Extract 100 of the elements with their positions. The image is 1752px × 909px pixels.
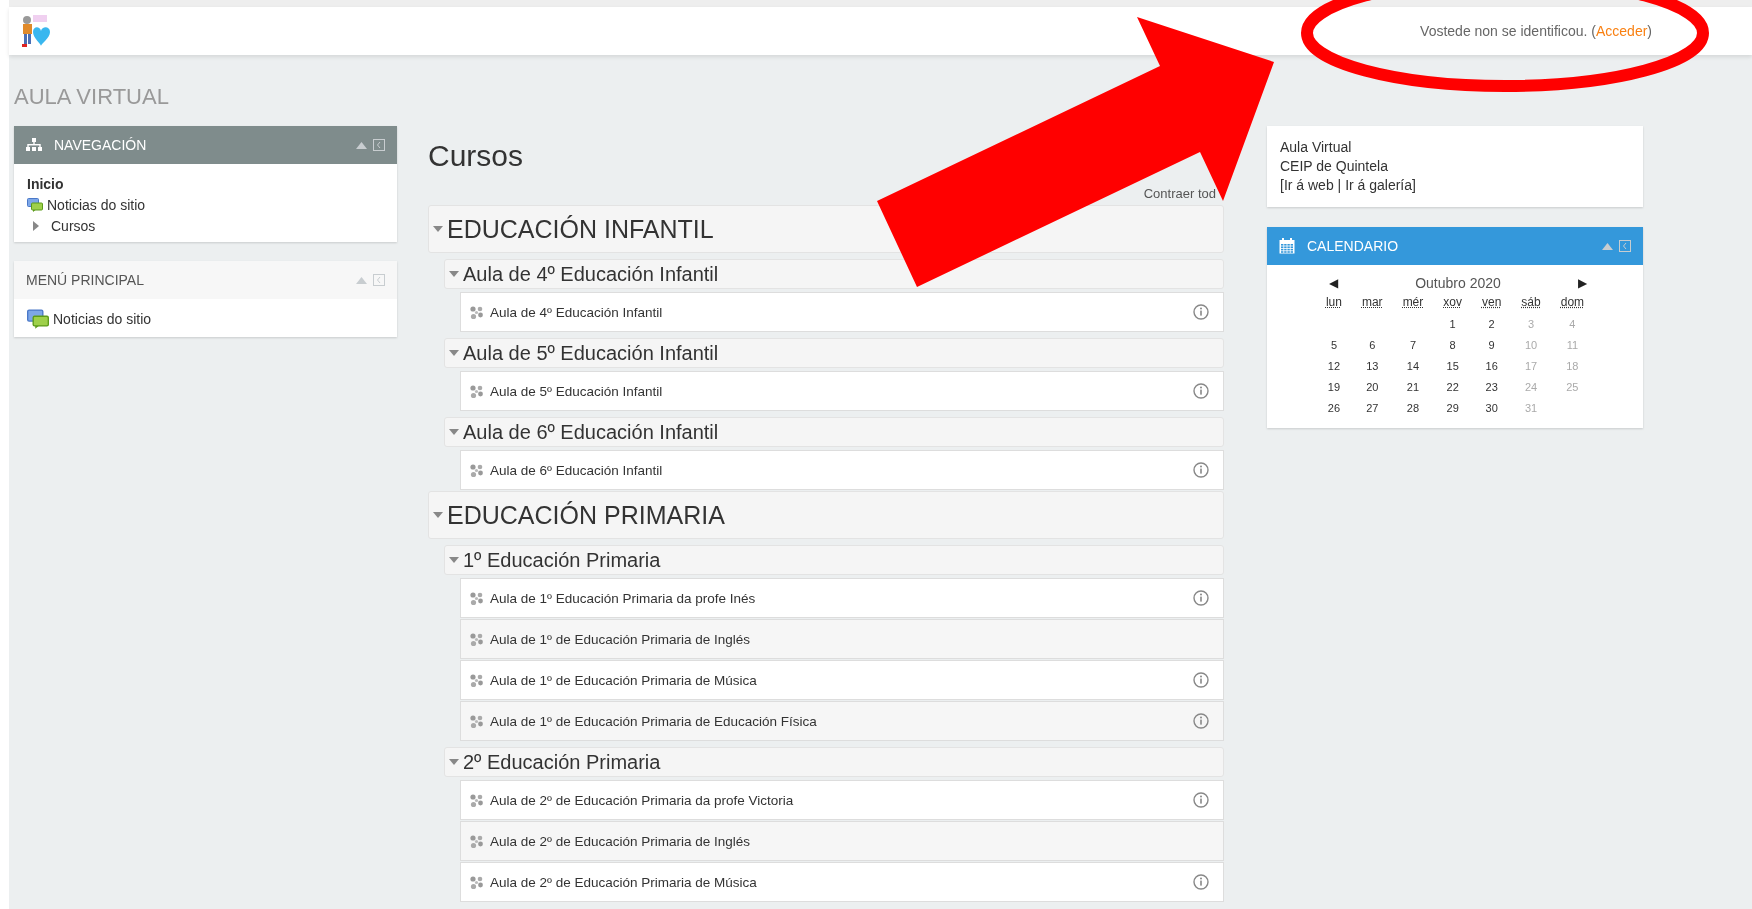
course-link[interactable]: Aula de 1º Educación Primaria da profe Inés	[490, 590, 1187, 606]
menu-item[interactable]: Noticias do sitio	[53, 311, 152, 327]
sitemap-icon	[26, 138, 42, 152]
subcategory-header[interactable]: Aula de 6º Educación Infantil	[444, 417, 1224, 447]
category-title[interactable]: EDUCACIÓN PRIMARIA	[447, 500, 725, 530]
subcategory-title[interactable]: Aula de 5º Educación Infantil	[463, 341, 719, 365]
calendar-day: 20	[1351, 376, 1393, 397]
dock-icon[interactable]	[1619, 240, 1631, 252]
block-title: CALENDARIO	[1307, 238, 1400, 254]
collapse-icon[interactable]	[1602, 242, 1613, 250]
calendar-day: 17	[1511, 355, 1551, 376]
nav-item[interactable]: Cursos	[51, 218, 96, 234]
info-icon[interactable]	[1193, 713, 1209, 729]
site-title: AULA VIRTUAL	[13, 83, 170, 111]
course-row[interactable]: Aula de 1º de Educación Primaria de Inglés	[460, 619, 1224, 659]
dots-icon	[469, 672, 484, 688]
expand-icon[interactable]	[433, 510, 443, 520]
info-icon[interactable]	[1193, 383, 1209, 399]
info-text: CEIP de Quintela	[1280, 157, 1389, 176]
calendar-day: 10	[1511, 334, 1551, 355]
expand-icon[interactable]	[449, 427, 459, 437]
course-row[interactable]: Aula de 2º de Educación Primaria da profe Victoria	[460, 780, 1224, 820]
expand-icon[interactable]	[433, 224, 443, 234]
weekday-label: xov	[1442, 294, 1463, 311]
course-row[interactable]: Aula de 1º de Educación Primaria de Educación Física	[460, 701, 1224, 741]
weekday-label: lun	[1324, 294, 1343, 311]
dock-icon[interactable]	[373, 139, 385, 151]
info-icon[interactable]	[1193, 792, 1209, 808]
dots-icon	[469, 462, 484, 478]
category-header[interactable]: EDUCACIÓN PRIMARIA	[428, 491, 1224, 539]
course-row[interactable]: Aula de 5º Educación Infantil	[460, 371, 1224, 411]
course-row[interactable]: Aula de 2º de Educación Primaria de Inglés	[460, 821, 1224, 861]
course-link[interactable]: Aula de 5º Educación Infantil	[490, 383, 1187, 399]
calendar-day: 12	[1315, 355, 1352, 376]
calendar-day: 24	[1511, 376, 1551, 397]
subcategory-title[interactable]: 2º Educación Primaria	[463, 750, 661, 774]
nav-item[interactable]: Noticias do sitio	[47, 197, 146, 213]
subcategory-header[interactable]: Aula de 4º Educación Infantil	[444, 259, 1224, 289]
calendar-day: 26	[1315, 397, 1352, 418]
course-row[interactable]: Aula de 1º de Educación Primaria de Música	[460, 660, 1224, 700]
course-link[interactable]: Aula de 1º de Educación Primaria de Inglés	[490, 631, 1209, 647]
expand-icon[interactable]	[449, 757, 459, 767]
calendar-day: 30	[1472, 397, 1512, 418]
category-title[interactable]: EDUCACIÓN INFANTIL	[447, 214, 714, 244]
subcategory-header[interactable]: 2º Educación Primaria	[444, 747, 1224, 777]
chat-bubbles-icon	[27, 198, 43, 212]
subcategory-title[interactable]: Aula de 6º Educación Infantil	[463, 420, 719, 444]
block-title: NAVEGACIÓN	[54, 137, 148, 153]
expand-icon[interactable]	[449, 269, 459, 279]
dots-icon	[469, 713, 484, 729]
calendar-day: 21	[1392, 376, 1434, 397]
course-row[interactable]: Aula de 1º Educación Primaria da profe Inés	[460, 578, 1224, 618]
course-link[interactable]: Aula de 1º de Educación Primaria de Educación Física	[490, 713, 1187, 729]
info-icon[interactable]	[1193, 462, 1209, 478]
next-month-button[interactable]: ▶	[1578, 276, 1587, 290]
subcategory-title[interactable]: Aula de 4º Educación Infantil	[463, 262, 719, 286]
calendar-day: 15	[1433, 355, 1472, 376]
previous-month-button[interactable]: ◀	[1329, 276, 1338, 290]
chat-bubbles-icon	[27, 309, 49, 329]
logo-drawing[interactable]	[19, 14, 53, 48]
weekday-label: ven	[1481, 294, 1503, 311]
course-link[interactable]: Aula de 2º de Educación Primaria de Música	[490, 874, 1187, 890]
subcategory-header[interactable]: Aula de 5º Educación Infantil	[444, 338, 1224, 368]
calendar-day: 13	[1351, 355, 1393, 376]
links-line: [Ir á web | Ir á galería]	[1280, 176, 1417, 195]
calendar-day: 18	[1550, 355, 1595, 376]
course-link[interactable]: Aula de 2º de Educación Primaria de Inglés	[490, 833, 1209, 849]
expand-icon[interactable]	[449, 348, 459, 358]
course-row[interactable]: Aula de 4º Educación Infantil	[460, 292, 1224, 332]
course-row[interactable]: Aula de 2º de Educación Primaria de Música	[460, 862, 1224, 902]
calendar-day: 25	[1550, 376, 1595, 397]
calendar-day: 11	[1550, 334, 1595, 355]
info-icon[interactable]	[1193, 590, 1209, 606]
calendar-day: 22	[1433, 376, 1472, 397]
course-row[interactable]: Aula de 6º Educación Infantil	[460, 450, 1224, 490]
info-link[interactable]: Ir á web	[1283, 177, 1334, 193]
expand-icon[interactable]	[449, 555, 459, 565]
dots-icon	[469, 304, 484, 320]
calendar-day: 3	[1511, 313, 1551, 334]
login-notice: Vostede non se identificou. (Acceder)	[1420, 23, 1652, 39]
course-link[interactable]: Aula de 4º Educación Infantil	[490, 304, 1187, 320]
collapse-all-link[interactable]: Contraer tod	[1143, 186, 1216, 201]
weekday-label: sáb	[1520, 294, 1542, 311]
calendar-day: 1	[1433, 313, 1472, 334]
course-link[interactable]: Aula de 2º de Educación Primaria da profe Victoria	[490, 792, 1187, 808]
subcategory-title[interactable]: 1º Educación Primaria	[463, 548, 661, 572]
course-link[interactable]: Aula de 6º Educación Infantil	[490, 462, 1187, 478]
expand-icon[interactable]	[31, 221, 41, 231]
nav-item[interactable]: Inicio	[27, 176, 64, 192]
info-icon[interactable]	[1193, 672, 1209, 688]
calendar-day: 2	[1472, 313, 1512, 334]
block-title: MENÚ PRINCIPAL	[26, 272, 145, 288]
course-link[interactable]: Aula de 1º de Educación Primaria de Música	[490, 672, 1187, 688]
calendar-day: 8	[1433, 334, 1472, 355]
calendar-day: 6	[1351, 334, 1393, 355]
subcategory-header[interactable]: 1º Educación Primaria	[444, 545, 1224, 575]
info-icon[interactable]	[1193, 874, 1209, 890]
collapse-icon[interactable]	[356, 141, 367, 149]
calendar-day: 14	[1392, 355, 1434, 376]
info-icon[interactable]	[1193, 304, 1209, 320]
